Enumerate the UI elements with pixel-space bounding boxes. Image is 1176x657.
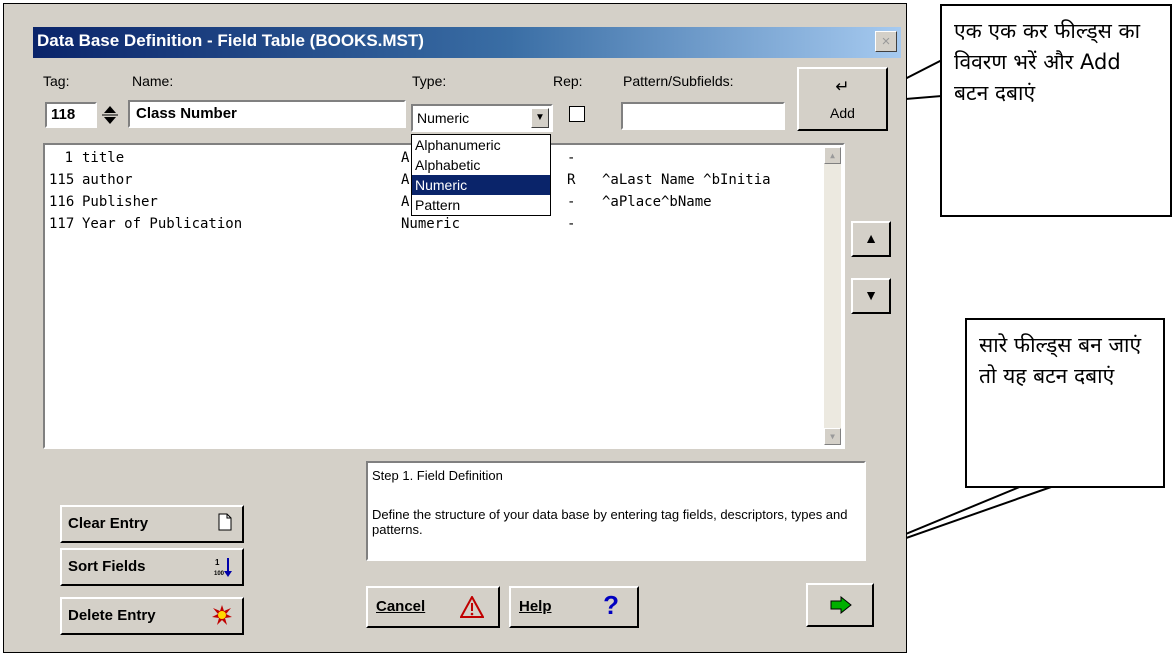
cancel-button[interactable]: Cancel [366, 586, 500, 628]
row-rep: - [567, 216, 576, 232]
svg-text:1: 1 [215, 558, 220, 567]
up-arrow-icon: ▲ [864, 230, 878, 246]
row-rep: - [567, 194, 576, 210]
type-option[interactable]: Pattern [412, 195, 550, 215]
explosion-icon [212, 605, 232, 630]
add-button[interactable]: ↵ Add [797, 67, 888, 131]
svg-text:100: 100 [214, 571, 225, 577]
add-instruction-callout: एक एक कर फील्ड्स का विवरण भरें और Add बट… [940, 4, 1172, 217]
table-row[interactable]: 117 Year of Publication Numeric - [49, 213, 819, 235]
clear-entry-label: Clear Entry [68, 515, 149, 532]
type-option[interactable]: Alphanumeric [412, 135, 550, 155]
new-document-icon [218, 513, 232, 536]
row-type: A [401, 194, 410, 210]
row-tag: 117 [49, 216, 75, 232]
row-tag: 116 [49, 194, 75, 210]
warning-icon [460, 596, 484, 618]
name-label: Name: [132, 73, 174, 89]
help-text-box: Step 1. Field Definition Define the stru… [366, 461, 866, 561]
question-mark-icon: ? [603, 590, 619, 620]
sort-fields-label: Sort Fields [68, 558, 146, 575]
table-scrollbar[interactable]: ▲ ▼ [824, 147, 841, 445]
help-step-body: Define the structure of your data base b… [372, 507, 848, 537]
enter-arrow-icon: ↵ [835, 77, 850, 96]
tag-input[interactable]: 118 [45, 102, 97, 128]
row-name: author [82, 172, 133, 188]
clear-entry-button[interactable]: Clear Entry [60, 505, 244, 543]
spin-down-icon [104, 117, 116, 124]
type-label: Type: [412, 73, 447, 89]
rep-checkbox[interactable] [569, 106, 585, 122]
type-select-value: Numeric [417, 110, 470, 126]
next-button[interactable] [806, 583, 874, 627]
move-up-button[interactable]: ▲ [851, 221, 891, 257]
scroll-up-icon[interactable]: ▲ [824, 147, 841, 164]
tag-label: Tag: [43, 73, 70, 89]
type-select[interactable]: Numeric ▼ [411, 104, 553, 132]
name-input[interactable]: Class Number [128, 100, 406, 128]
pattern-input[interactable] [621, 102, 785, 130]
finish-instruction-callout: सारे फील्ड्स बन जाएं तो यह बटन दबाएं [965, 318, 1165, 488]
cancel-label: Cancel [376, 598, 426, 615]
tag-spinner[interactable] [101, 104, 119, 126]
row-type: A [401, 150, 410, 166]
window-title: Data Base Definition - Field Table (BOOK… [37, 31, 424, 50]
row-name: Publisher [82, 194, 158, 210]
row-tag: 115 [49, 172, 75, 188]
help-step-title: Step 1. Field Definition [372, 468, 503, 483]
move-down-button[interactable]: ▼ [851, 278, 891, 314]
row-pattern: ^aLast Name ^bInitia [602, 172, 771, 188]
delete-entry-label: Delete Entry [68, 607, 156, 624]
row-tag: 1 [64, 150, 73, 166]
chevron-down-icon[interactable]: ▼ [531, 108, 549, 128]
row-pattern: ^aPlace^bName [602, 194, 712, 210]
type-option-selected[interactable]: Numeric [412, 175, 550, 195]
sort-numeric-icon: 1 100 [214, 556, 232, 583]
rep-label: Rep: [553, 73, 583, 89]
delete-entry-button[interactable]: Delete Entry [60, 597, 244, 635]
type-option[interactable]: Alphabetic [412, 155, 550, 175]
pattern-label: Pattern/Subfields: [623, 73, 734, 89]
down-arrow-icon: ▼ [864, 287, 878, 303]
add-button-label: Add [830, 105, 855, 121]
row-type: A [401, 172, 410, 188]
help-button[interactable]: Help ? [509, 586, 639, 628]
sort-fields-button[interactable]: Sort Fields 1 100 [60, 548, 244, 586]
right-arrow-icon [830, 596, 852, 614]
close-button[interactable]: × [875, 31, 897, 52]
row-name: Year of Publication [82, 216, 243, 232]
row-rep: - [567, 150, 576, 166]
row-rep: R [567, 172, 576, 188]
title-bar: Data Base Definition - Field Table (BOOK… [33, 27, 901, 58]
row-type: Numeric [401, 216, 461, 232]
row-name: title [82, 150, 125, 166]
type-dropdown-list[interactable]: Alphanumeric Alphabetic Numeric Pattern [411, 134, 551, 216]
scroll-down-icon[interactable]: ▼ [824, 428, 841, 445]
spin-up-icon [104, 106, 116, 113]
help-label: Help [519, 598, 552, 615]
